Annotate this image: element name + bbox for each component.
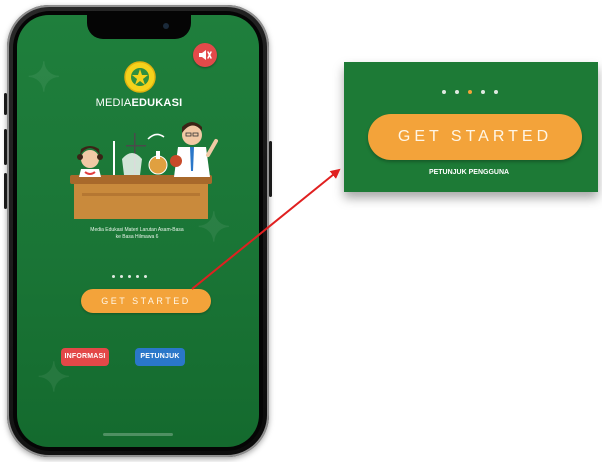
- app-screen: ✦ ✦ ✦ MEDIAEDUKASI Media Edukasi Materi …: [17, 15, 259, 447]
- pagination-dot[interactable]: [128, 275, 131, 278]
- pagination-dot[interactable]: [120, 275, 123, 278]
- caption-line-2: ke Basa Hilmawa 6: [115, 234, 159, 240]
- speaker-mute-button[interactable]: [193, 43, 217, 67]
- zoom-pagination-dot-active[interactable]: [468, 90, 472, 94]
- get-started-button[interactable]: GET STARTED: [81, 289, 211, 313]
- zoom-callout: GET STARTED PETUNJUK PENGGUNA: [344, 62, 598, 192]
- pagination-dots: [112, 275, 172, 281]
- zoom-pagination-dot[interactable]: [455, 90, 459, 94]
- informasi-button[interactable]: INFORMASI: [61, 348, 109, 366]
- lab-illustration: [70, 122, 218, 219]
- phone-mute-switch: [4, 93, 7, 115]
- pagination-dot[interactable]: [136, 275, 139, 278]
- zoom-pagination-dot[interactable]: [442, 90, 446, 94]
- zoom-pagination-dots: [442, 90, 522, 96]
- zoom-pagination-dot[interactable]: [481, 90, 485, 94]
- speaker-mute-icon: [199, 50, 212, 60]
- emblem-logo: [124, 61, 156, 93]
- zoom-pagination-dot[interactable]: [494, 90, 498, 94]
- phone-power-button: [269, 141, 272, 197]
- background-decoration: ✦: [27, 56, 61, 100]
- app-title: MEDIAEDUKASI: [77, 97, 201, 109]
- phone-mockup: ✦ ✦ ✦ MEDIAEDUKASI Media Edukasi Materi …: [4, 5, 272, 457]
- phone-volume-up: [4, 129, 7, 165]
- pagination-dot[interactable]: [112, 275, 115, 278]
- phone-volume-down: [4, 173, 7, 209]
- app-title-part2: EDUKASI: [131, 97, 183, 109]
- caption-line-1: Media Edukasi Materi Larutan Asam-Basa: [90, 227, 184, 233]
- pagination-dot[interactable]: [144, 275, 147, 278]
- phone-notch: [87, 15, 191, 39]
- home-indicator: [103, 433, 173, 436]
- front-camera: [163, 23, 169, 29]
- petunjuk-pengguna-link[interactable]: PETUNJUK PENGGUNA: [384, 169, 554, 176]
- app-title-part1: MEDIA: [95, 97, 132, 109]
- app-caption: Media Edukasi Materi Larutan Asam-Basa k…: [57, 227, 217, 241]
- petunjuk-button[interactable]: PETUNJUK: [135, 348, 185, 366]
- zoom-get-started-button[interactable]: GET STARTED: [368, 114, 582, 160]
